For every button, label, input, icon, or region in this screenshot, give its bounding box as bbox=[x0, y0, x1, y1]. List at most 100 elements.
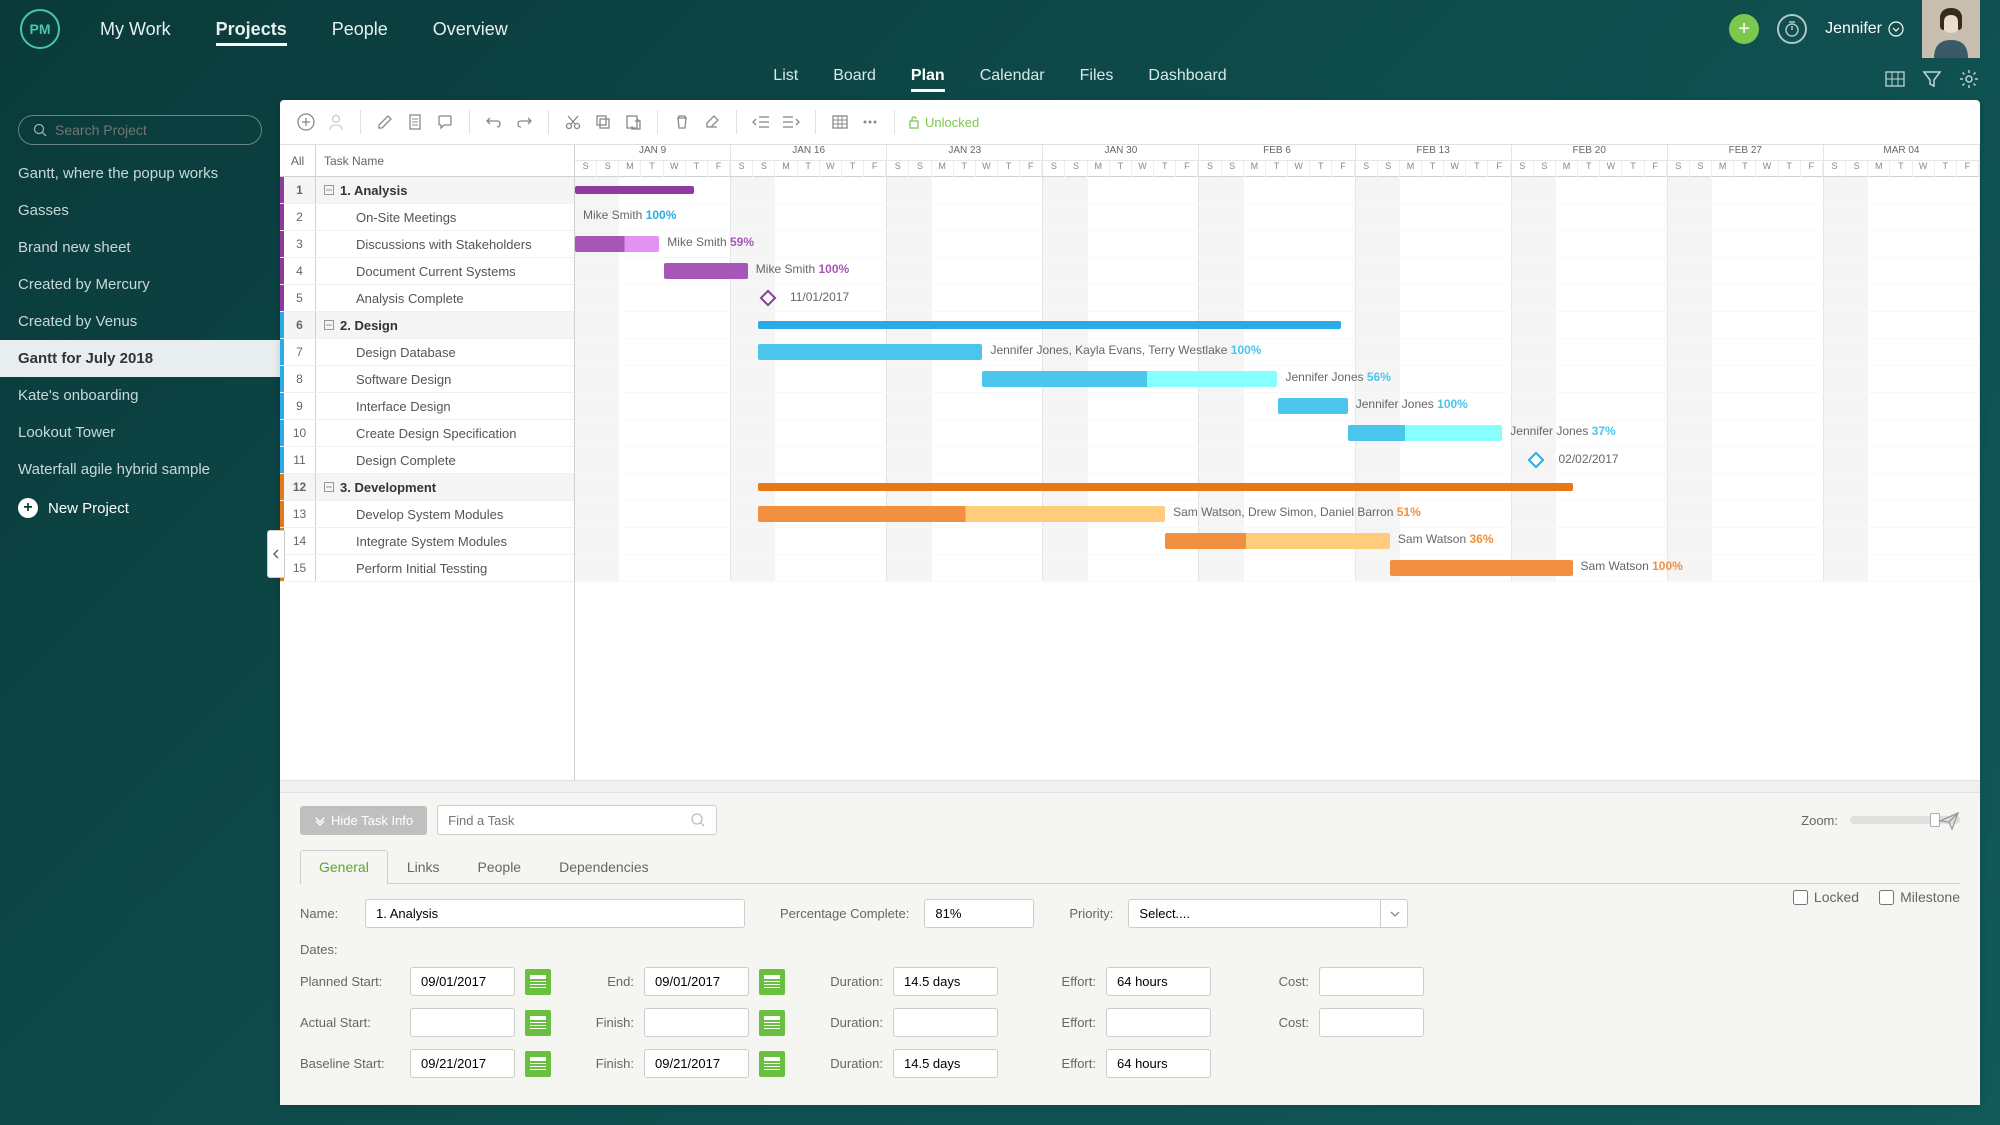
add-button[interactable]: + bbox=[1729, 14, 1759, 44]
tab-dependencies[interactable]: Dependencies bbox=[540, 850, 668, 883]
task-row[interactable]: 2On-Site Meetings bbox=[280, 204, 574, 231]
edit-icon[interactable] bbox=[374, 111, 396, 133]
duration-input[interactable] bbox=[893, 967, 998, 996]
add-task-icon[interactable] bbox=[295, 111, 317, 133]
project-item[interactable]: Gantt, where the popup works bbox=[0, 155, 280, 192]
collapse-icon[interactable] bbox=[324, 320, 334, 330]
cut-icon[interactable] bbox=[562, 111, 584, 133]
sidebar-collapse-handle[interactable] bbox=[267, 530, 285, 578]
locked-checkbox[interactable]: Locked bbox=[1793, 889, 1859, 905]
project-item[interactable]: Lookout Tower bbox=[0, 414, 280, 451]
assign-icon[interactable] bbox=[325, 111, 347, 133]
find-task-input[interactable] bbox=[448, 813, 690, 828]
columns-icon[interactable] bbox=[829, 111, 851, 133]
lock-status[interactable]: Unlocked bbox=[908, 115, 979, 130]
more-icon[interactable] bbox=[859, 111, 881, 133]
priority-select[interactable] bbox=[1128, 899, 1408, 928]
subnav-board[interactable]: Board bbox=[833, 67, 876, 92]
gantt-row[interactable]: Jennifer Jones 100% bbox=[575, 393, 1980, 420]
cost-input[interactable] bbox=[1319, 1008, 1424, 1037]
effort-input[interactable] bbox=[1106, 967, 1211, 996]
avatar[interactable] bbox=[1922, 0, 1980, 58]
task-row[interactable]: 4Document Current Systems bbox=[280, 258, 574, 285]
gantt-row[interactable]: Jennifer Jones 56% bbox=[575, 366, 1980, 393]
date-input[interactable] bbox=[644, 1008, 749, 1037]
milestone-marker[interactable] bbox=[1528, 452, 1545, 469]
gantt-row[interactable] bbox=[575, 177, 1980, 204]
horizontal-scrollbar[interactable] bbox=[280, 780, 1980, 792]
notes-icon[interactable] bbox=[404, 111, 426, 133]
calendar-icon[interactable] bbox=[525, 969, 551, 995]
date-input[interactable] bbox=[410, 1008, 515, 1037]
gantt-row[interactable]: Jennifer Jones, Kayla Evans, Terry Westl… bbox=[575, 339, 1980, 366]
delete-icon[interactable] bbox=[671, 111, 693, 133]
gantt-row[interactable] bbox=[575, 474, 1980, 501]
gantt-row[interactable]: Mike Smith 59% bbox=[575, 231, 1980, 258]
task-bar[interactable]: Jennifer Jones, Kayla Evans, Terry Westl… bbox=[758, 344, 983, 360]
task-name-header[interactable]: Task Name bbox=[316, 145, 574, 176]
task-bar[interactable]: Jennifer Jones 56% bbox=[982, 371, 1277, 387]
project-item[interactable]: Brand new sheet bbox=[0, 229, 280, 266]
task-bar[interactable]: Mike Smith 59% bbox=[575, 236, 659, 252]
nav-projects[interactable]: Projects bbox=[216, 19, 287, 46]
milestone-marker[interactable] bbox=[759, 290, 776, 307]
task-bar[interactable]: Jennifer Jones 37% bbox=[1348, 425, 1503, 441]
gantt-row[interactable]: Sam Watson 36% bbox=[575, 528, 1980, 555]
date-input[interactable] bbox=[644, 1049, 749, 1078]
calendar-icon[interactable] bbox=[759, 1051, 785, 1077]
tab-people[interactable]: People bbox=[459, 850, 541, 883]
task-row[interactable]: 3Discussions with Stakeholders bbox=[280, 231, 574, 258]
copy-icon[interactable] bbox=[592, 111, 614, 133]
gantt-row[interactable] bbox=[575, 312, 1980, 339]
effort-input[interactable] bbox=[1106, 1008, 1211, 1037]
subnav-calendar[interactable]: Calendar bbox=[980, 67, 1045, 92]
redo-icon[interactable] bbox=[513, 111, 535, 133]
task-row[interactable]: 8Software Design bbox=[280, 366, 574, 393]
date-input[interactable] bbox=[644, 967, 749, 996]
nav-my-work[interactable]: My Work bbox=[100, 19, 171, 43]
task-row[interactable]: 62. Design bbox=[280, 312, 574, 339]
task-row[interactable]: 123. Development bbox=[280, 474, 574, 501]
find-task-search[interactable] bbox=[437, 805, 717, 835]
task-row[interactable]: 5Analysis Complete bbox=[280, 285, 574, 312]
project-item[interactable]: Created by Venus bbox=[0, 303, 280, 340]
task-bar[interactable]: Jennifer Jones 100% bbox=[1278, 398, 1348, 414]
select-all[interactable]: All bbox=[280, 145, 316, 176]
project-item[interactable]: Gasses bbox=[0, 192, 280, 229]
new-project-button[interactable]: + New Project bbox=[0, 488, 280, 528]
gantt-row[interactable]: Sam Watson, Drew Simon, Daniel Barron 51… bbox=[575, 501, 1980, 528]
comment-icon[interactable] bbox=[434, 111, 456, 133]
gantt-row[interactable]: Mike Smith 100% bbox=[575, 204, 1980, 231]
calendar-icon[interactable] bbox=[525, 1010, 551, 1036]
calendar-icon[interactable] bbox=[525, 1051, 551, 1077]
hide-task-info-button[interactable]: Hide Task Info bbox=[300, 806, 427, 835]
milestone-checkbox[interactable]: Milestone bbox=[1879, 889, 1960, 905]
outdent-icon[interactable] bbox=[750, 111, 772, 133]
project-item[interactable]: Kate's onboarding bbox=[0, 377, 280, 414]
task-bar[interactable]: Sam Watson 36% bbox=[1165, 533, 1390, 549]
subnav-list[interactable]: List bbox=[773, 67, 798, 92]
gantt-row[interactable]: Mike Smith 100% bbox=[575, 258, 1980, 285]
search-project[interactable] bbox=[18, 115, 262, 145]
task-row[interactable]: 7Design Database bbox=[280, 339, 574, 366]
subnav-files[interactable]: Files bbox=[1080, 67, 1114, 92]
project-item[interactable]: Created by Mercury bbox=[0, 266, 280, 303]
date-input[interactable] bbox=[410, 1049, 515, 1078]
settings-icon[interactable] bbox=[1958, 68, 1980, 90]
paste-icon[interactable] bbox=[622, 111, 644, 133]
task-row[interactable]: 11Design Complete bbox=[280, 447, 574, 474]
project-item[interactable]: Gantt for July 2018 bbox=[0, 340, 280, 377]
tab-general[interactable]: General bbox=[300, 850, 388, 884]
task-bar[interactable]: Mike Smith 100% bbox=[664, 263, 748, 279]
timer-button[interactable] bbox=[1777, 14, 1807, 44]
task-row[interactable]: 15Perform Initial Tessting bbox=[280, 555, 574, 582]
task-row[interactable]: 10Create Design Specification bbox=[280, 420, 574, 447]
summary-bar[interactable] bbox=[758, 483, 1573, 491]
indent-icon[interactable] bbox=[780, 111, 802, 133]
collapse-icon[interactable] bbox=[324, 185, 334, 195]
task-row[interactable]: 11. Analysis bbox=[280, 177, 574, 204]
filter-icon[interactable] bbox=[1921, 68, 1943, 90]
task-row[interactable]: 13Develop System Modules bbox=[280, 501, 574, 528]
calendar-icon[interactable] bbox=[759, 1010, 785, 1036]
date-input[interactable] bbox=[410, 967, 515, 996]
